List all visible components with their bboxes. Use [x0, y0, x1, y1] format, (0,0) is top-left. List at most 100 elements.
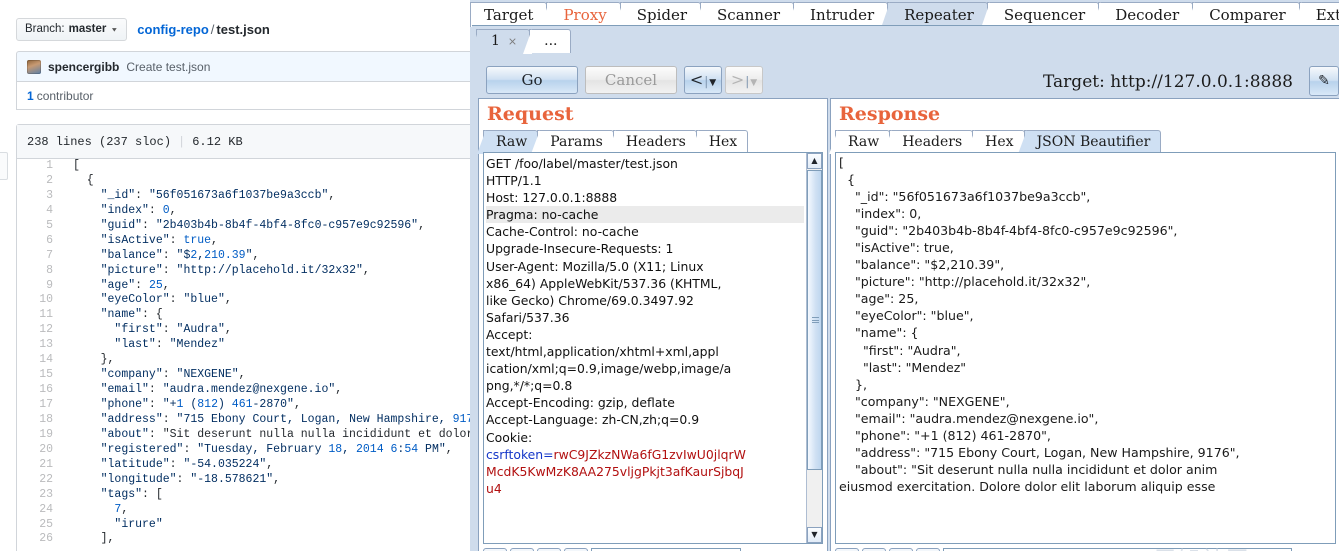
- file-meta-bar: 238 lines (237 sloc) | 6.12 KB: [17, 125, 535, 159]
- response-tab-headers[interactable]: Headers: [889, 130, 973, 153]
- main-tab-comparer[interactable]: Comparer: [1192, 2, 1300, 27]
- code-line: 20 "registered": "Tuesday, February 18, …: [17, 443, 535, 458]
- line-number: 7: [17, 249, 63, 264]
- response-tab-json-beautifier[interactable]: JSON Beautifier: [1024, 130, 1162, 153]
- line-number: 13: [17, 338, 63, 353]
- line-content: "longitude": "-18.578621",: [63, 473, 280, 488]
- response-line: "picture": "http://placehold.it/32x32",: [839, 273, 1329, 290]
- line-number: 17: [17, 398, 63, 413]
- code-line: 23 "tags": [: [17, 488, 535, 503]
- main-tab-sequencer[interactable]: Sequencer: [987, 2, 1099, 27]
- repeater-tab-new[interactable]: ...: [529, 29, 570, 53]
- main-tab-target[interactable]: Target: [470, 2, 547, 27]
- branch-selector-button[interactable]: Branch: master ▼: [16, 18, 127, 41]
- branch-value: master: [69, 19, 107, 40]
- line-content: "phone": "+1 (812) 461-2870",: [63, 398, 301, 413]
- history-back-button[interactable]: <|▼: [684, 66, 722, 94]
- code-line: 2 {: [17, 174, 535, 189]
- go-button[interactable]: Go: [486, 66, 578, 94]
- main-tab-decoder[interactable]: Decoder: [1098, 2, 1193, 27]
- request-line: GET /foo/label/master/test.json: [486, 155, 804, 172]
- response-line: },: [839, 376, 1329, 393]
- line-content: [: [63, 159, 80, 174]
- screen-root: Branch: master ▼ config-repo/test.json s…: [0, 0, 1339, 551]
- line-content: },: [63, 353, 114, 368]
- chevron-down-icon[interactable]: ▼: [709, 78, 716, 88]
- history-forward-button[interactable]: >|▼: [725, 66, 763, 94]
- response-line: "eyeColor": "blue",: [839, 307, 1329, 324]
- request-line: Accept:: [486, 326, 804, 343]
- line-content: "company": "NEXGENE",: [63, 368, 246, 383]
- request-line: Accept-Encoding: gzip, deflate: [486, 394, 804, 411]
- scroll-down-icon[interactable]: ▼: [807, 527, 822, 543]
- burp-suite-window: TargetProxySpiderScannerIntruderRepeater…: [470, 0, 1339, 551]
- page-scrollbar-stub[interactable]: [0, 152, 8, 180]
- line-number: 25: [17, 518, 63, 533]
- repeater-toolbar: Go Cancel <|▼ >|▼ Target: http://127.0.0…: [472, 54, 1339, 99]
- scroll-up-icon[interactable]: ▲: [807, 153, 822, 169]
- line-number: 4: [17, 204, 63, 219]
- code-line: 18 "address": "715 Ebony Court, Logan, N…: [17, 413, 535, 428]
- line-number: 12: [17, 323, 63, 338]
- breadcrumb-separator: /: [211, 22, 215, 37]
- response-tab-raw[interactable]: Raw: [835, 130, 890, 153]
- request-scrollbar[interactable]: ▲ ▼: [806, 153, 822, 543]
- avatar: [27, 60, 41, 74]
- response-line: "phone": "+1 (812) 461-2870",: [839, 427, 1329, 444]
- contributors-row[interactable]: 1 contributor: [17, 81, 535, 109]
- request-line: Upgrade-Insecure-Requests: 1: [486, 240, 804, 257]
- main-tab-repeater[interactable]: Repeater: [887, 2, 988, 27]
- response-line: "isActive": true,: [839, 239, 1329, 256]
- commit-author[interactable]: spencergibb: [48, 60, 119, 74]
- line-content: ],: [63, 532, 114, 547]
- breadcrumb-repo-link[interactable]: config-repo: [137, 22, 209, 37]
- code-line: 12 "first": "Audra",: [17, 323, 535, 338]
- request-raw-text[interactable]: GET /foo/label/master/test.jsonHTTP/1.1H…: [486, 155, 804, 543]
- repeater-tab-1[interactable]: 1×: [476, 29, 530, 53]
- cancel-button[interactable]: Cancel: [585, 66, 677, 94]
- line-number: 26: [17, 532, 63, 547]
- request-line: Host: 127.0.0.1:8888: [486, 189, 804, 206]
- request-tab-params[interactable]: Params: [537, 130, 614, 153]
- main-tab-intruder[interactable]: Intruder: [793, 2, 888, 27]
- code-line: 19 "about": "Sit deserunt nulla nulla in…: [17, 428, 535, 443]
- line-number: 23: [17, 488, 63, 503]
- burp-main-tabbar: TargetProxySpiderScannerIntruderRepeater…: [470, 0, 1339, 27]
- main-tab-proxy[interactable]: Proxy: [546, 2, 620, 27]
- forward-arrow-icon: >: [731, 70, 744, 89]
- response-line: "company": "NEXGENE",: [839, 393, 1329, 410]
- main-tab-scanner[interactable]: Scanner: [700, 2, 794, 27]
- close-icon[interactable]: ×: [508, 35, 517, 48]
- response-line: "email": "audra.mendez@nexgene.io",: [839, 410, 1329, 427]
- line-number: 21: [17, 458, 63, 473]
- response-editor[interactable]: [ { "_id": "56f051673a6f1037be9a3ccb", "…: [835, 152, 1336, 544]
- commit-message[interactable]: Create test.json: [126, 60, 210, 74]
- request-editor[interactable]: GET /foo/label/master/test.jsonHTTP/1.1H…: [483, 152, 823, 544]
- line-content: "tags": [: [63, 488, 163, 503]
- code-viewer[interactable]: 1[2 {3 "_id": "56f051673a6f1037be9a3ccb"…: [17, 159, 535, 547]
- code-line: 24 7,: [17, 503, 535, 518]
- request-line: HTTP/1.1: [486, 172, 804, 189]
- request-tab-hex[interactable]: Hex: [696, 130, 748, 153]
- code-line: 7 "balance": "$2,210.39",: [17, 249, 535, 264]
- line-number: 11: [17, 308, 63, 323]
- code-line: 14 },: [17, 353, 535, 368]
- response-search-bar: ? < + > Type a search term 0 ma: [835, 547, 1336, 551]
- response-line: "balance": "$2,210.39",: [839, 256, 1329, 273]
- main-tab-spider[interactable]: Spider: [620, 2, 701, 27]
- scrollbar-thumb[interactable]: [807, 170, 822, 470]
- request-line: x86_64) AppleWebKit/537.36 (KHTML,: [486, 275, 804, 292]
- scrollbar-grip-icon: [812, 317, 819, 323]
- code-line: 25 "irure": [17, 518, 535, 533]
- line-content: "eyeColor": "blue",: [63, 293, 232, 308]
- edit-target-pencil-icon[interactable]: ✎: [1309, 66, 1339, 96]
- response-line: "age": 25,: [839, 290, 1329, 307]
- line-content: {: [63, 174, 94, 189]
- chevron-down-icon[interactable]: ▼: [750, 78, 757, 88]
- request-tabbar: RawParamsHeadersHex: [483, 129, 747, 153]
- response-json-text[interactable]: [ { "_id": "56f051673a6f1037be9a3ccb", "…: [839, 154, 1329, 543]
- button-split-divider: |: [745, 74, 749, 88]
- main-tab-exte[interactable]: Exte: [1299, 2, 1339, 27]
- request-tab-headers[interactable]: Headers: [613, 130, 697, 153]
- request-tab-raw[interactable]: Raw: [483, 130, 538, 153]
